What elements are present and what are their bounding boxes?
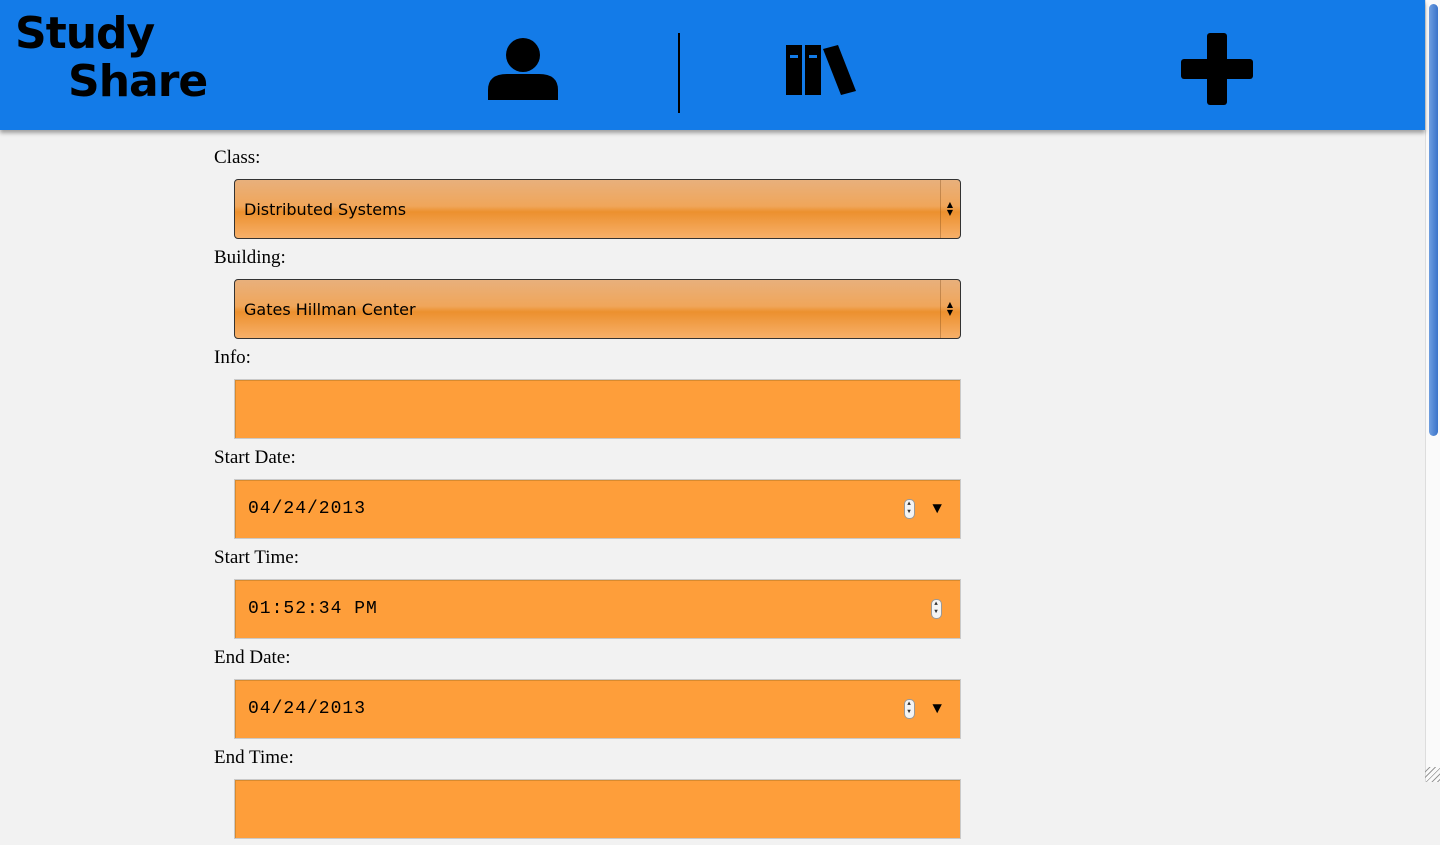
info-field: Info:	[214, 345, 961, 445]
logo-line-2: Share	[68, 56, 208, 107]
start-date-value: 04/24/2013	[248, 499, 367, 519]
class-select[interactable]: Distributed Systems ▲ ▼	[234, 179, 961, 239]
start-time-value: 01:52:34 PM	[248, 599, 378, 619]
start-time-input[interactable]: 01:52:34 PM ▲ ▼	[234, 579, 961, 639]
class-field: Class: Distributed Systems ▲ ▼	[214, 145, 961, 245]
scrollbar-thumb[interactable]	[1429, 4, 1438, 436]
info-label: Info:	[214, 347, 251, 368]
class-select-value: Distributed Systems	[244, 199, 407, 219]
end-time-field: End Time:	[214, 745, 961, 845]
building-label: Building:	[214, 247, 286, 268]
start-time-field: Start Time: 01:52:34 PM ▲ ▼	[214, 545, 961, 645]
start-date-label: Start Date:	[214, 447, 296, 468]
books-icon[interactable]	[785, 45, 857, 97]
nav-divider	[678, 33, 680, 113]
end-date-input[interactable]: 04/24/2013 ▲ ▼ ▼	[234, 679, 961, 739]
app-logo[interactable]: Study Share	[15, 8, 208, 107]
building-select-value: Gates Hillman Center	[244, 299, 416, 319]
stepper-icon[interactable]: ▲ ▼	[904, 499, 915, 519]
logo-line-1: Study	[15, 8, 155, 59]
app-header: Study Share	[0, 0, 1425, 130]
user-icon[interactable]	[487, 38, 559, 100]
end-time-input[interactable]	[234, 779, 961, 839]
end-time-label: End Time:	[214, 747, 294, 768]
select-arrows-icon: ▲ ▼	[946, 300, 954, 317]
dropdown-arrow-icon[interactable]: ▼	[932, 700, 943, 718]
class-label: Class:	[214, 147, 261, 168]
plus-icon[interactable]	[1181, 33, 1253, 105]
info-input[interactable]	[234, 379, 961, 439]
resize-grip-icon[interactable]	[1425, 767, 1440, 782]
building-field: Building: Gates Hillman Center ▲ ▼	[214, 245, 961, 345]
select-arrows-icon: ▲ ▼	[946, 200, 954, 217]
dropdown-arrow-icon[interactable]: ▼	[932, 500, 943, 518]
create-session-form: Class: Distributed Systems ▲ ▼ Building: …	[214, 145, 961, 845]
vertical-scrollbar[interactable]	[1425, 0, 1440, 782]
end-date-value: 04/24/2013	[248, 699, 367, 719]
start-time-label: Start Time:	[214, 547, 299, 568]
start-date-input[interactable]: 04/24/2013 ▲ ▼ ▼	[234, 479, 961, 539]
end-date-label: End Date:	[214, 647, 291, 668]
start-date-field: Start Date: 04/24/2013 ▲ ▼ ▼	[214, 445, 961, 545]
end-date-field: End Date: 04/24/2013 ▲ ▼ ▼	[214, 645, 961, 745]
stepper-icon[interactable]: ▲ ▼	[931, 599, 942, 619]
building-select[interactable]: Gates Hillman Center ▲ ▼	[234, 279, 961, 339]
stepper-icon[interactable]: ▲ ▼	[904, 699, 915, 719]
